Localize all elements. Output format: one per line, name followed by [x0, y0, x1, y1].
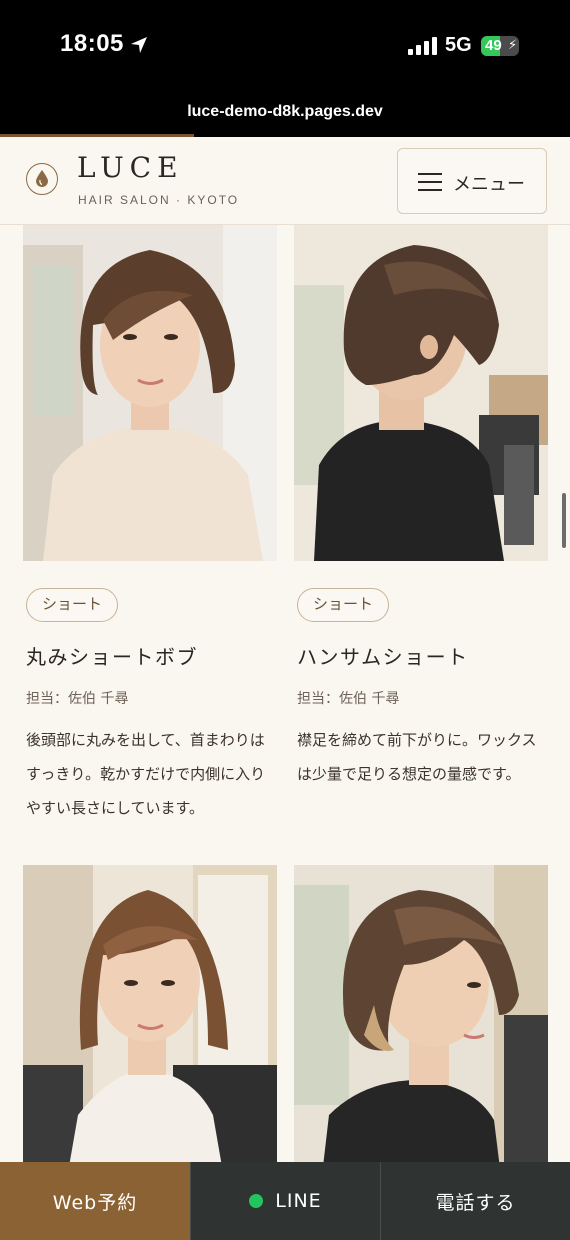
- style-description: 襟足を締めて前下がりに。ワックスは少量で足りる想定の量感です。: [297, 731, 537, 783]
- logo-icon[interactable]: [26, 163, 58, 195]
- stylist-name: 担当：佐伯 千尋: [26, 691, 129, 707]
- inner-color-short-photo: [294, 865, 548, 1162]
- web-reserve-button[interactable]: Web予約: [0, 1162, 190, 1240]
- logo-drop-icon: [36, 170, 48, 187]
- status-time: 18:05: [60, 30, 124, 57]
- short-bob-photo: [23, 225, 277, 561]
- style-title[interactable]: 丸みショートボブ: [26, 641, 198, 670]
- style-photo[interactable]: [294, 865, 548, 1162]
- site-header: LUCE HAIR SALON · KYOTO メニュー: [0, 137, 570, 225]
- menu-button[interactable]: メニュー: [397, 148, 547, 214]
- style-title[interactable]: ハンサムショート: [297, 641, 469, 670]
- location-arrow-icon: [131, 37, 147, 53]
- straight-bob-photo: [23, 865, 277, 1162]
- web-reserve-label: Web予約: [52, 1191, 138, 1214]
- charging-bolt-icon: ⚡: [508, 38, 518, 53]
- network-type: 5G: [445, 34, 472, 56]
- style-photo[interactable]: [23, 865, 277, 1162]
- style-description: 後頭部に丸みを出して、首まわりはすっきり。乾かすだけで内側に入りやすい長さにして…: [26, 731, 266, 817]
- status-bar: 18:05 5G 49 ⚡: [0, 0, 570, 95]
- style-card[interactable]: [294, 865, 548, 1162]
- bottom-cta-bar: Web予約 LINE 電話する: [0, 1162, 570, 1240]
- battery-icon: 49 ⚡: [481, 36, 519, 56]
- style-photo[interactable]: [294, 225, 548, 561]
- style-card[interactable]: ショート 丸みショートボブ 担当：佐伯 千尋 後頭部に丸みを出して、首まわりはす…: [23, 225, 277, 865]
- scroll-indicator[interactable]: [562, 493, 566, 548]
- hamburger-icon: [418, 173, 442, 191]
- signal-icon: [408, 37, 438, 55]
- url-text[interactable]: luce-demo-d8k.pages.dev: [0, 103, 570, 121]
- line-button[interactable]: LINE: [190, 1162, 380, 1240]
- phone-call-button[interactable]: 電話する: [380, 1162, 570, 1240]
- battery-percent: 49: [485, 37, 502, 54]
- style-card[interactable]: ショート ハンサムショート 担当：佐伯 千尋 襟足を締めて前下がりに。ワックスは…: [294, 225, 548, 865]
- brand-name[interactable]: LUCE: [77, 151, 184, 184]
- browser-url-bar[interactable]: luce-demo-d8k.pages.dev: [0, 95, 570, 137]
- style-card[interactable]: [23, 865, 277, 1162]
- style-tag[interactable]: ショート: [26, 588, 119, 622]
- style-tag[interactable]: ショート: [297, 588, 390, 622]
- line-label: LINE: [275, 1190, 322, 1212]
- stylist-name: 担当：佐伯 千尋: [297, 691, 400, 707]
- style-photo[interactable]: [23, 225, 277, 561]
- brand-subtitle: HAIR SALON · KYOTO: [78, 193, 240, 207]
- phone-label: 電話する: [435, 1191, 516, 1214]
- handsome-short-photo: [294, 225, 548, 561]
- line-status-dot-icon: [249, 1194, 264, 1208]
- menu-label: メニュー: [453, 174, 525, 195]
